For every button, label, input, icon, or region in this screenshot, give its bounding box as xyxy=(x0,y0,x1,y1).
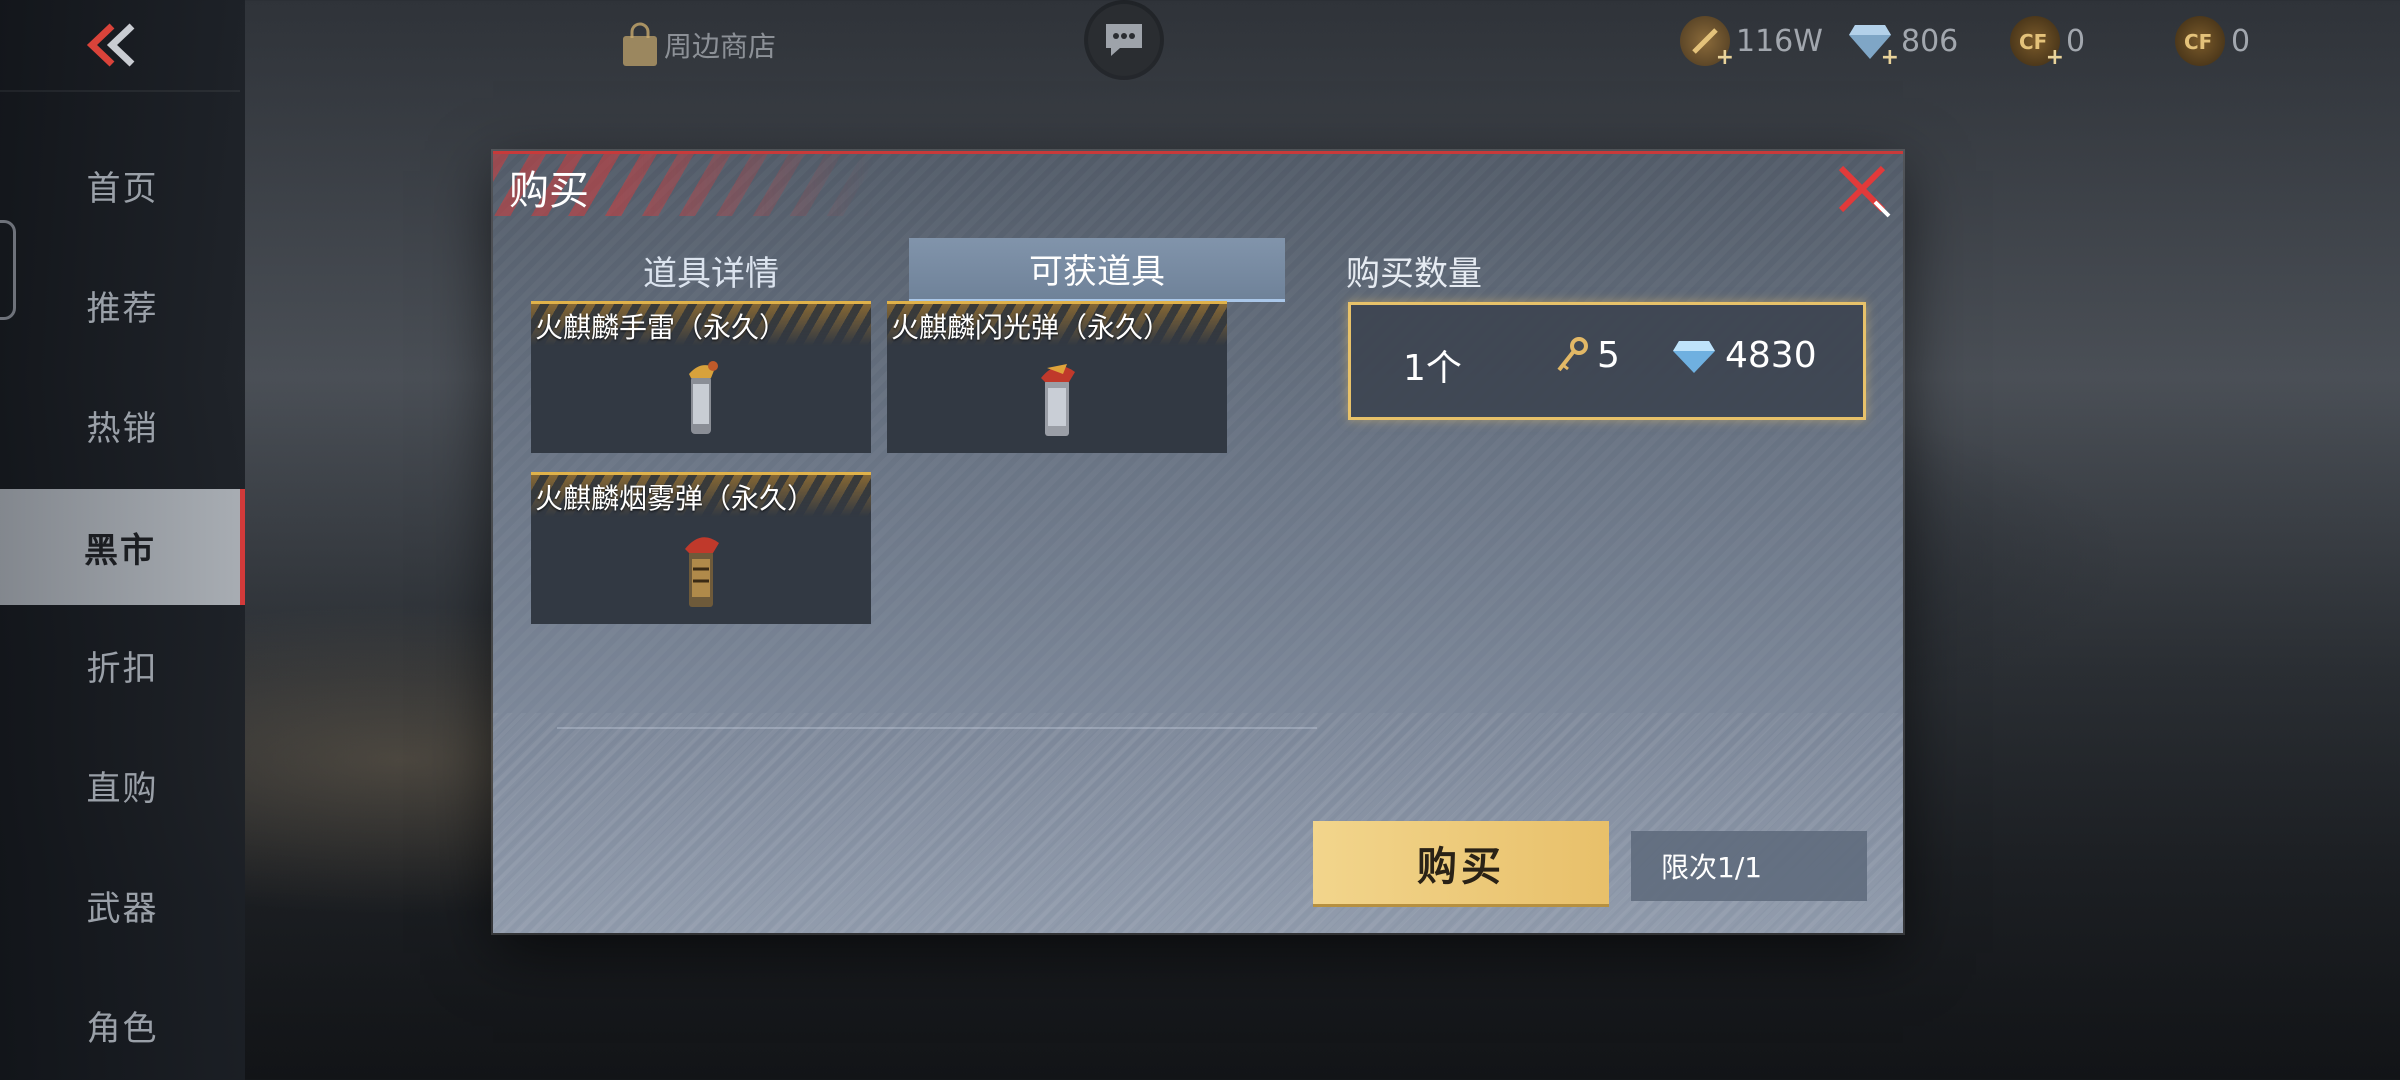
item-card[interactable]: 火麒麟手雷（永久） xyxy=(531,301,871,453)
sidebar-item-weapons[interactable]: 武器 xyxy=(0,847,245,963)
sidebar: 首页 推荐 热销 黑市 折扣 直购 武器 角色 xyxy=(0,0,245,1080)
tab-obtainable-items[interactable]: 可获道具 xyxy=(909,238,1285,302)
grenade-icon xyxy=(689,361,718,434)
currency-cf-token-value: 0 xyxy=(2231,23,2251,59)
sidebar-item-black-market[interactable]: 黑市 xyxy=(0,489,245,605)
item-name: 火麒麟闪光弹（永久） xyxy=(891,311,1172,344)
merch-shop-link[interactable]: 周边商店 xyxy=(620,22,776,68)
key-icon xyxy=(1557,336,1588,371)
key-cost: 5 xyxy=(1551,335,1620,376)
quantity-option[interactable]: 1个 5 4830 xyxy=(1348,302,1866,420)
currency-diamond-value: 806 xyxy=(1901,23,1959,59)
currency-diamond[interactable]: + 806 xyxy=(1845,16,1959,70)
purchase-dialog: 购买 道具详情 可获道具 火麒麟手雷（永久） 火麒麟闪光弹（永久） 火麒麟烟雾弹… xyxy=(493,151,1903,933)
tab-item-details[interactable]: 道具详情 xyxy=(563,238,859,302)
currency-cf-point[interactable]: CF + 0 xyxy=(2010,16,2086,70)
sidebar-item-label: 直购 xyxy=(86,768,159,809)
sidebar-item-hot[interactable]: 热销 xyxy=(0,367,245,483)
quantity-label: 购买数量 xyxy=(1346,254,1482,294)
flashbang-icon xyxy=(1041,364,1075,436)
gem-cost-value: 4830 xyxy=(1725,335,1817,376)
close-button[interactable] xyxy=(1833,160,1895,222)
sidebar-item-label: 首页 xyxy=(86,168,159,209)
cf-point-icon: CF + xyxy=(2010,16,2064,70)
smoke-grenade-icon xyxy=(685,537,719,607)
diamond-icon: + xyxy=(1845,16,1899,70)
sidebar-divider xyxy=(0,90,240,92)
sidebar-item-home[interactable]: 首页 xyxy=(0,127,245,243)
quantity-count: 1个 xyxy=(1403,348,1462,389)
item-card[interactable]: 火麒麟烟雾弹（永久） xyxy=(531,472,871,624)
sidebar-item-discount[interactable]: 折扣 xyxy=(0,607,245,723)
back-button[interactable] xyxy=(80,20,140,70)
sidebar-item-label: 热销 xyxy=(86,408,159,449)
currency-gold[interactable]: + 116W xyxy=(1680,16,1823,70)
chat-button[interactable] xyxy=(1088,4,1160,76)
sidebar-item-direct-buy[interactable]: 直购 xyxy=(0,727,245,843)
currency-cf-token[interactable]: CF 0 xyxy=(2175,16,2250,66)
sidebar-item-label: 推荐 xyxy=(86,288,159,329)
item-name: 火麒麟烟雾弹（永久） xyxy=(535,482,816,515)
sidebar-item-label: 角色 xyxy=(86,1008,159,1049)
tab-label: 可获道具 xyxy=(1029,252,1165,292)
close-icon xyxy=(1838,165,1891,218)
purchase-limit-badge: 限次1/1 xyxy=(1631,831,1867,901)
diamond-icon xyxy=(1673,340,1715,373)
double-chevron-left-icon xyxy=(86,23,135,67)
currency-cf-point-value: 0 xyxy=(2066,23,2086,59)
buy-button-label: 购买 xyxy=(1417,843,1505,890)
key-cost-value: 5 xyxy=(1597,335,1620,376)
dialog-title: 购买 xyxy=(509,168,589,214)
sidebar-item-characters[interactable]: 角色 xyxy=(0,967,245,1080)
currency-gold-value: 116W xyxy=(1736,23,1823,59)
content-divider xyxy=(557,727,1317,729)
buy-button[interactable]: 购买 xyxy=(1313,821,1609,907)
svg-text:CF: CF xyxy=(2019,30,2047,53)
cf-token-icon: CF xyxy=(2175,16,2225,66)
shopping-bag-icon xyxy=(623,22,657,66)
item-card[interactable]: 火麒麟闪光弹（永久） xyxy=(887,301,1227,453)
tab-label: 道具详情 xyxy=(643,253,779,294)
item-name: 火麒麟手雷（永久） xyxy=(535,311,788,344)
merch-shop-label: 周边商店 xyxy=(664,30,777,63)
purchase-limit-label: 限次1/1 xyxy=(1661,851,1763,884)
svg-text:CF: CF xyxy=(2184,30,2212,53)
chat-bubble-icon xyxy=(1106,24,1142,56)
sidebar-item-label: 折扣 xyxy=(86,648,159,689)
sidebar-item-recommend[interactable]: 推荐 xyxy=(0,247,245,363)
gem-cost: 4830 xyxy=(1671,335,1817,376)
gold-coin-icon: + xyxy=(1680,16,1734,70)
sidebar-item-label: 武器 xyxy=(86,888,159,929)
sidebar-item-label: 黑市 xyxy=(84,530,156,571)
